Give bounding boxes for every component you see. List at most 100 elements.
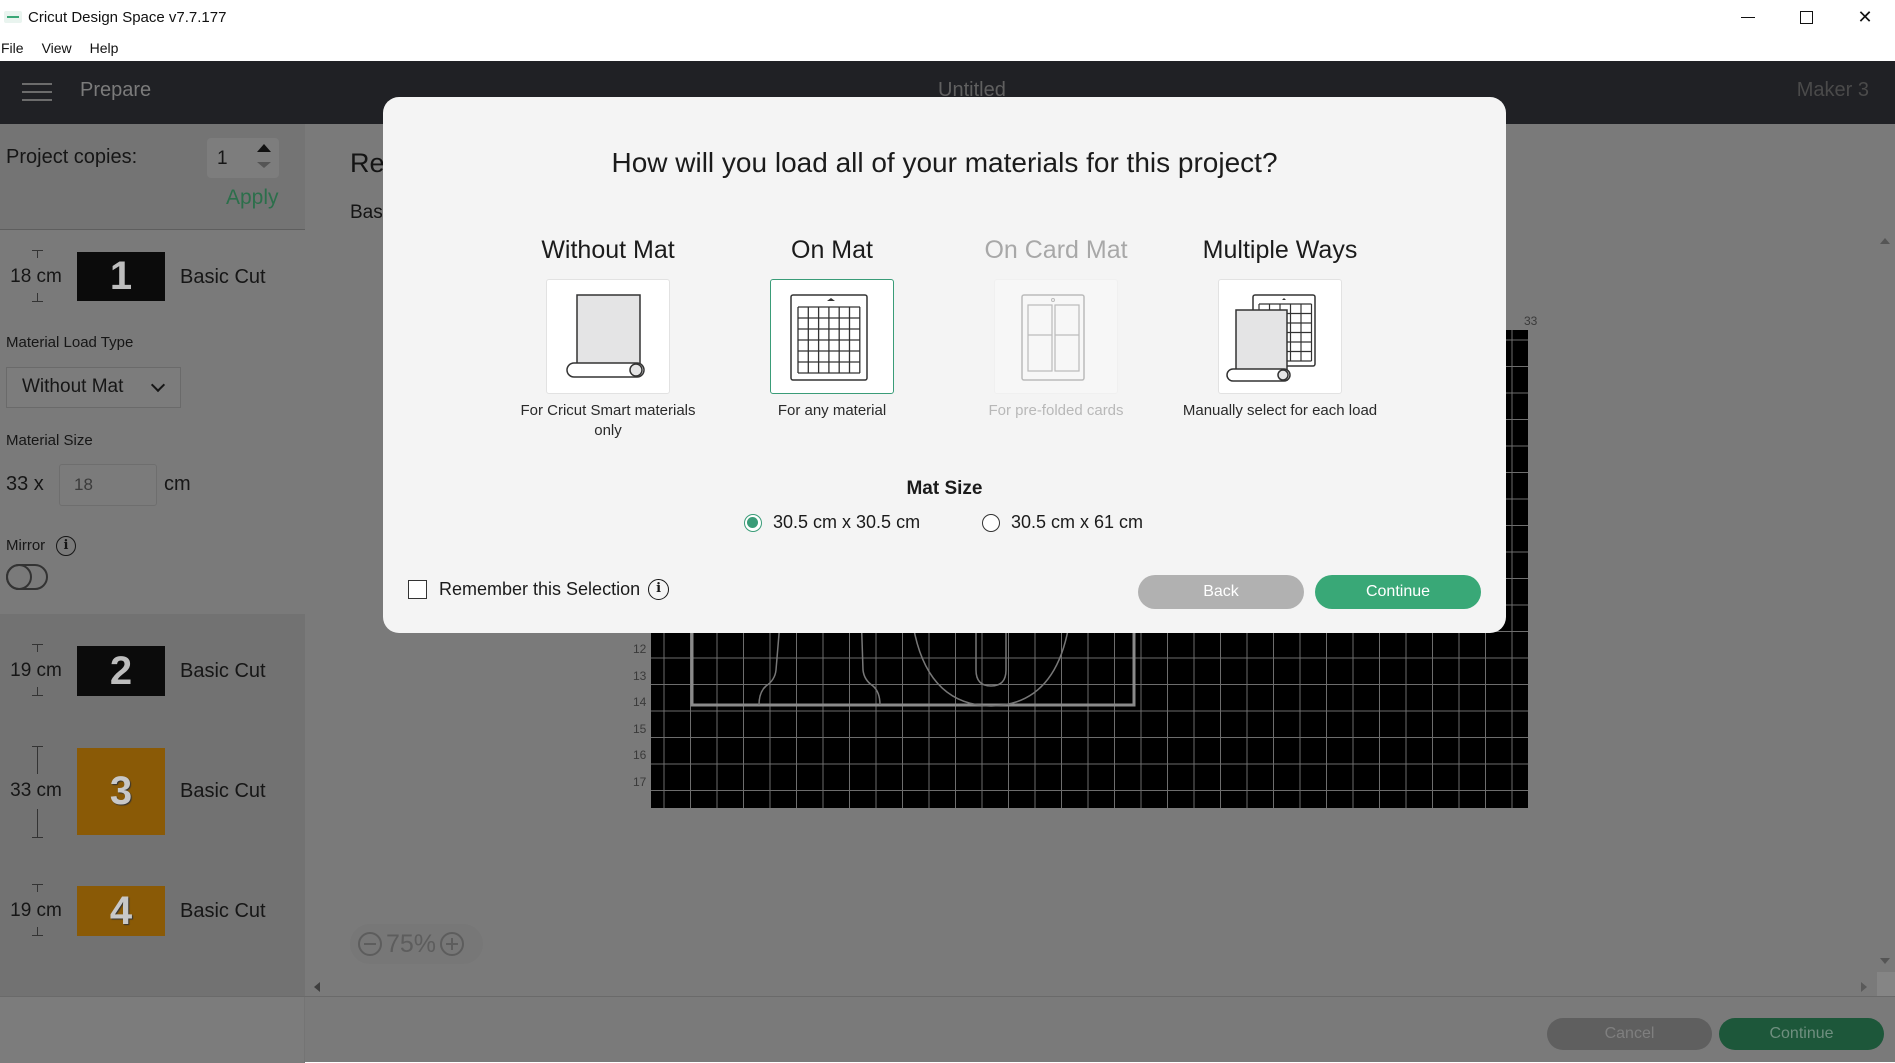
mat-size-label: Mat Size xyxy=(906,478,983,499)
mat-thumbnail[interactable]: 2 xyxy=(77,646,165,696)
info-icon[interactable]: i xyxy=(56,536,76,556)
mat-list-panel: Project copies: 1 Apply 18 cm 1 Basic Cu… xyxy=(0,124,305,996)
minimize-button[interactable] xyxy=(1719,0,1777,34)
dialog-title: How will you load all of your materials … xyxy=(611,147,1278,178)
menu-view[interactable]: View xyxy=(42,40,89,56)
scroll-down-arrow-icon[interactable] xyxy=(1880,958,1890,964)
zoom-control: 75% xyxy=(350,924,483,964)
remember-selection: Remember this Selection i xyxy=(408,579,670,600)
ruler-left-label: 13 xyxy=(633,669,647,683)
option-description: For any material xyxy=(777,402,887,419)
ruler-left-label: 14 xyxy=(633,695,647,709)
option-on-mat[interactable]: On Mat For any material xyxy=(732,230,932,421)
project-copies-value: 1 xyxy=(217,148,228,169)
horizontal-scrollbar[interactable] xyxy=(305,976,1875,996)
radio-button[interactable] xyxy=(744,513,762,532)
hamburger-icon[interactable] xyxy=(22,83,52,101)
zoom-out-icon[interactable] xyxy=(358,932,382,956)
mat-item[interactable]: 33 cm 3 Basic Cut xyxy=(0,746,305,838)
cancel-button[interactable]: Cancel xyxy=(1547,1018,1712,1050)
material-size-height-input[interactable]: 18 xyxy=(59,464,157,506)
menu-file[interactable]: File xyxy=(1,40,41,56)
project-copies-section: Project copies: 1 Apply xyxy=(0,124,305,230)
option-description: For Cricut Smart materials only xyxy=(520,402,696,439)
mat-thumbnail[interactable]: 1 xyxy=(77,252,165,301)
menu-help[interactable]: Help xyxy=(90,40,136,56)
scroll-right-arrow-icon[interactable] xyxy=(1861,982,1867,992)
scrollbar-corner xyxy=(1877,972,1895,996)
bottom-action-bar: Cancel Continue xyxy=(0,996,1895,1063)
window-titlebar: Cricut Design Space v7.7.177 ✕ xyxy=(0,0,1895,34)
maximize-icon xyxy=(1799,10,1813,24)
option-description: For pre-folded cards xyxy=(988,402,1124,419)
zoom-level: 75% xyxy=(386,929,437,958)
option-card[interactable] xyxy=(546,279,670,394)
material-roll-icon xyxy=(566,294,645,378)
remember-selection-label[interactable]: Remember this Selection xyxy=(439,579,640,600)
decrement-arrow-icon[interactable] xyxy=(257,162,271,168)
option-multiple-ways[interactable]: Multiple Ways Manually select for each l… xyxy=(1180,230,1380,421)
remember-selection-checkbox[interactable] xyxy=(408,580,427,599)
mat-length: 33 cm xyxy=(10,780,62,801)
radio-button[interactable] xyxy=(982,513,1000,532)
option-card[interactable] xyxy=(770,279,894,394)
option-description: Manually select for each load xyxy=(1182,402,1378,419)
mat-item[interactable]: 19 cm 2 Basic Cut xyxy=(0,644,305,702)
project-copies-label: Project copies: xyxy=(6,146,138,168)
zoom-in-icon[interactable] xyxy=(440,932,465,956)
window-title: Cricut Design Space v7.7.177 xyxy=(28,8,227,26)
close-button[interactable]: ✕ xyxy=(1836,0,1894,34)
mat-size-option[interactable]: 30.5 cm x 61 cm xyxy=(982,512,1143,533)
scroll-left-arrow-icon[interactable] xyxy=(314,982,320,992)
back-button[interactable]: Back xyxy=(1138,575,1304,609)
canvas-title: Re xyxy=(350,148,385,178)
ruler-left-label: 16 xyxy=(633,748,647,762)
mat-item[interactable]: 18 cm 1 Basic Cut xyxy=(0,249,305,309)
option-title: Without Mat xyxy=(541,236,675,264)
material-size-label: Material Size xyxy=(6,432,93,449)
dialog-continue-button[interactable]: Continue xyxy=(1315,575,1481,609)
cutting-mat-icon xyxy=(790,294,868,381)
ruler-left-label: 17 xyxy=(633,775,647,789)
option-title: On Card Mat xyxy=(984,236,1128,264)
mat-length: 18 cm xyxy=(10,266,62,287)
mat-cut-type: Basic Cut xyxy=(180,660,266,682)
mirror-label: Mirror xyxy=(6,537,46,554)
chevron-down-icon xyxy=(150,377,166,393)
machine-selector[interactable]: Maker 3 xyxy=(1797,79,1869,102)
mat-size-option[interactable]: 30.5 cm x 30.5 cm xyxy=(744,512,920,533)
mat-thumbnail[interactable]: 3 xyxy=(77,748,165,835)
option-title: On Mat xyxy=(791,236,873,264)
scroll-up-arrow-icon[interactable] xyxy=(1880,238,1890,244)
mat-item[interactable]: 19 cm 4 Basic Cut xyxy=(0,884,305,942)
mirror-toggle[interactable] xyxy=(6,564,48,590)
maximize-button[interactable] xyxy=(1777,0,1835,34)
mat-thumbnail[interactable]: 4 xyxy=(77,886,165,936)
canvas-subtitle: Bas xyxy=(350,202,383,223)
info-icon[interactable]: i xyxy=(648,579,670,600)
card-mat-icon xyxy=(1021,294,1085,381)
ruler-left-label: 12 xyxy=(633,642,647,656)
material-load-type-label: Material Load Type xyxy=(6,334,134,351)
ruler-left-label: 15 xyxy=(633,722,647,736)
mat-size-option-label: 30.5 cm x 30.5 cm xyxy=(773,512,921,532)
close-icon: ✕ xyxy=(1857,6,1873,27)
mat-length: 19 cm xyxy=(10,660,62,681)
cricut-app-icon xyxy=(4,11,22,23)
ruler-top-label: 33 xyxy=(1524,314,1538,328)
minimize-icon xyxy=(1741,16,1755,18)
material-load-type-select[interactable]: Without Mat xyxy=(6,367,181,408)
option-on-card-mat: On Card Mat For pre-folded cards xyxy=(956,230,1156,421)
mat-cut-type: Basic Cut xyxy=(180,266,266,288)
apply-button[interactable]: Apply xyxy=(226,186,279,210)
mat-length: 19 cm xyxy=(10,900,62,921)
project-copies-stepper[interactable]: 1 xyxy=(207,138,279,178)
increment-arrow-icon[interactable] xyxy=(257,144,271,152)
menu-bar: File View Help xyxy=(0,34,135,61)
mat-cut-type: Basic Cut xyxy=(180,780,266,802)
load-materials-dialog: How will you load all of your materials … xyxy=(383,97,1506,633)
option-card[interactable] xyxy=(1218,279,1342,394)
option-without-mat[interactable]: Without Mat For Cricut Smart materials o… xyxy=(508,230,708,441)
continue-button[interactable]: Continue xyxy=(1719,1018,1884,1050)
material-size-width: 33 x xyxy=(6,473,44,495)
